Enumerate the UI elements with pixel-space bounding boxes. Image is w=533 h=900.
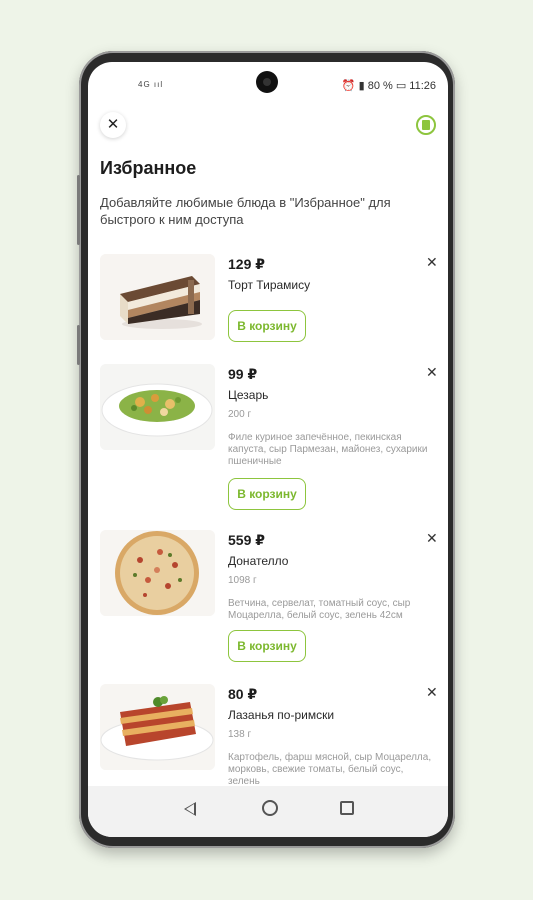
item-description: Ветчина, сервелат, томатный соус, сыр Мо… [228, 598, 411, 621]
add-to-cart-button[interactable]: В корзину [228, 310, 306, 342]
caesar-salad-image[interactable] [100, 364, 215, 450]
item-name: Цезарь [228, 388, 269, 402]
item-price: 129 ₽ [228, 256, 265, 272]
item-description: Филе куриное запечённое, пекинская капус… [228, 432, 428, 467]
close-button[interactable]: ✕ [100, 112, 126, 138]
status-indicators: ⏰ ▮ 80 % ▭ 11:26 [341, 80, 436, 92]
system-nav-bar [88, 786, 448, 837]
item-weight: 138 г [228, 729, 252, 740]
power-button [77, 325, 80, 365]
add-to-cart-button[interactable]: В корзину [228, 478, 306, 510]
app-screen: 4G ııl ⏰ ▮ 80 % ▭ 11:26 ✕ Избранное Доба… [88, 62, 448, 837]
tiramisu-image[interactable] [100, 254, 215, 340]
page-title: Избранное [100, 158, 197, 178]
remove-item-button[interactable]: ✕ [426, 364, 438, 381]
add-to-cart-button[interactable]: В корзину [228, 630, 306, 662]
status-bar: 4G ııl ⏰ ▮ 80 % ▭ 11:26 [88, 62, 448, 108]
recent-apps-icon[interactable] [340, 801, 354, 815]
remove-item-button[interactable]: ✕ [426, 530, 438, 547]
remove-item-button[interactable]: ✕ [426, 254, 438, 271]
item-name: Торт Тирамису [228, 278, 311, 292]
remove-item-button[interactable]: ✕ [426, 684, 438, 701]
item-weight: 1098 г [228, 575, 257, 586]
item-price: 80 ₽ [228, 686, 258, 702]
item-name: Донателло [228, 554, 289, 568]
back-icon[interactable] [184, 802, 196, 816]
pizza-image[interactable] [100, 530, 215, 616]
item-price: 99 ₽ [228, 366, 258, 382]
item-price: 559 ₽ [228, 532, 265, 548]
item-description: Картофель, фарш мясной, сыр Моцарелла, м… [228, 752, 432, 787]
trash-icon[interactable] [416, 115, 436, 135]
page-subtitle: Добавляйте любимые блюда в "Избранное" д… [100, 195, 391, 227]
volume-button [77, 175, 80, 245]
item-name: Лазанья по-римски [228, 708, 335, 722]
lasagna-image[interactable] [100, 684, 215, 770]
signal-indicator: 4G ııl [138, 80, 164, 89]
item-weight: 200 г [228, 409, 252, 420]
home-icon[interactable] [262, 800, 278, 816]
front-camera [256, 71, 278, 93]
